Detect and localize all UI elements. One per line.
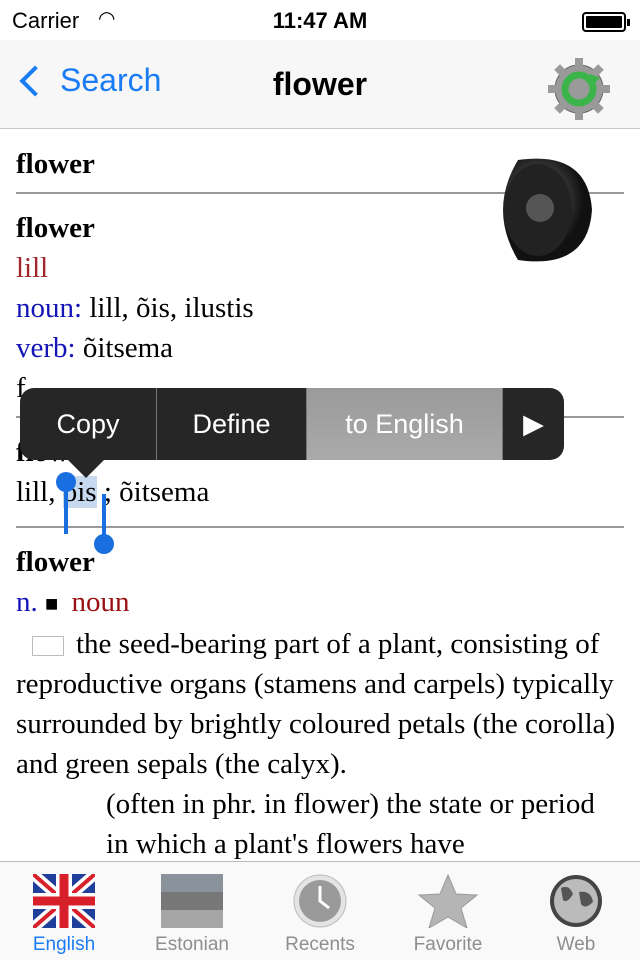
edit-menu: Copy Define to English ▶	[20, 388, 564, 478]
tab-web[interactable]: Web	[512, 862, 640, 960]
globe-icon	[550, 875, 602, 927]
tab-english[interactable]: English	[0, 862, 128, 960]
tab-label: Recents	[285, 934, 355, 955]
page-title: flower	[272, 66, 368, 102]
estonia-flag-icon	[161, 874, 223, 928]
tab-label: English	[32, 934, 96, 955]
tab-label: Estonian	[155, 934, 229, 955]
pos: noun	[71, 586, 130, 618]
pos-label: noun:	[16, 292, 83, 324]
definition-more: (often in phr. in flower) the state or p…	[106, 788, 595, 860]
star-icon	[417, 874, 479, 928]
tab-recents[interactable]: Recents	[256, 862, 384, 960]
speaker-icon[interactable]	[488, 150, 596, 270]
clock-icon	[293, 874, 347, 928]
pos-abbr: n.	[16, 586, 38, 618]
battery-icon	[582, 12, 630, 32]
pos-line: n. ■ noun	[16, 582, 624, 624]
translation-line[interactable]: lill, õis ; õitsema	[16, 472, 624, 512]
define-menu-item[interactable]: Define	[157, 388, 307, 460]
navigation-bar: Search flower	[0, 40, 640, 129]
box-icon	[32, 636, 64, 657]
copy-menu-item[interactable]: Copy	[20, 388, 157, 460]
verb-translations: õitsema	[75, 332, 174, 364]
selection-end-handle[interactable]	[94, 494, 114, 554]
noun-line: noun: lill, õis, ilustis	[16, 288, 624, 328]
tab-label: Favorite	[413, 934, 483, 955]
text: ; õitsema	[96, 476, 210, 508]
status-bar: Carrier ◠ 11:47 AM	[0, 0, 640, 40]
selection-start-handle[interactable]	[56, 472, 76, 534]
tab-favorite[interactable]: Favorite	[384, 862, 512, 960]
uk-flag-icon	[33, 874, 95, 928]
divider	[16, 526, 624, 528]
more-arrow-icon[interactable]: ▶	[503, 388, 564, 460]
pos-label: verb:	[16, 332, 76, 364]
bullet: ■	[45, 591, 59, 616]
noun-translations: lill, õis, ilustis	[82, 292, 254, 324]
tab-bar: English Estonian Recents Favorite Web	[0, 861, 640, 960]
tab-estonian[interactable]: Estonian	[128, 862, 256, 960]
clock: 11:47 AM	[272, 8, 368, 33]
definition-text: the seed-bearing part of a plant, consis…	[16, 628, 616, 780]
to-english-menu-item[interactable]: to English	[307, 388, 503, 460]
verb-line: verb: õitsema	[16, 328, 624, 368]
refresh-gear-icon[interactable]	[546, 56, 612, 122]
tab-label: Web	[556, 934, 596, 955]
definition: the seed-bearing part of a plant, consis…	[16, 624, 624, 784]
